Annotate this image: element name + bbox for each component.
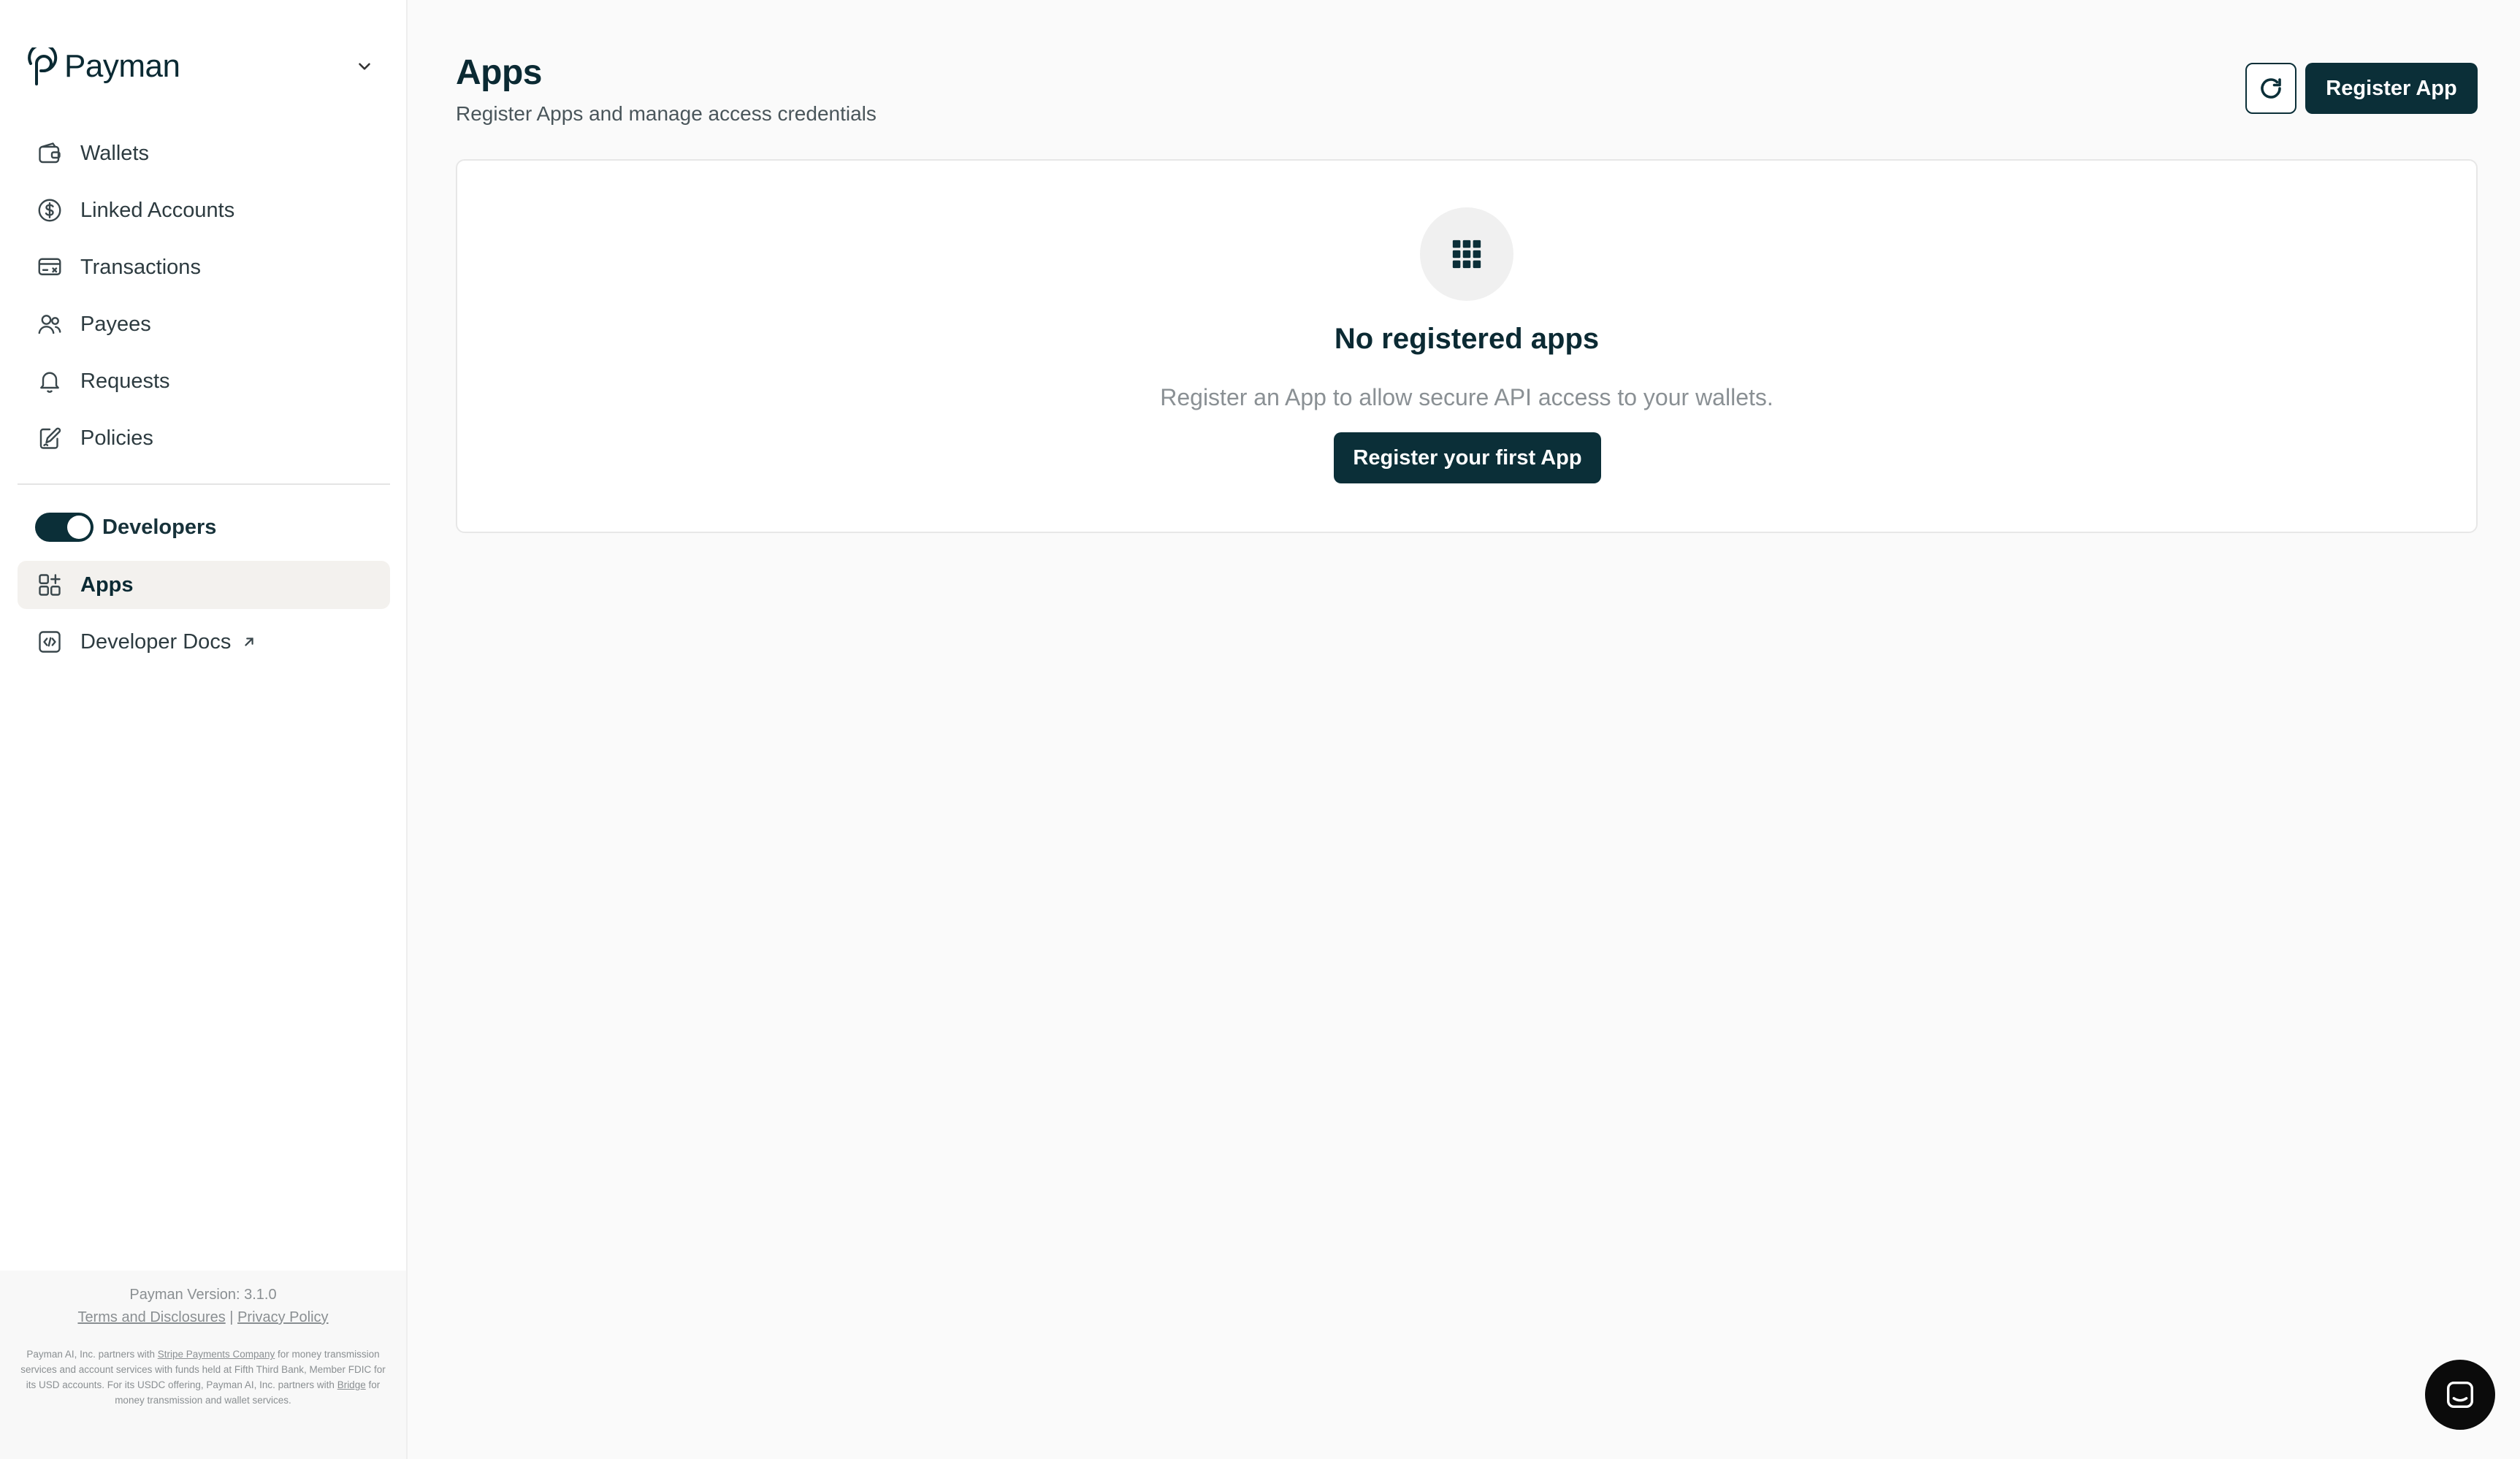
apps-grid-icon xyxy=(35,570,64,600)
sidebar: Payman Wallets Linked Accounts Transacti… xyxy=(0,0,408,1459)
developers-toggle-row: Developers xyxy=(35,511,216,543)
sidebar-item-policies[interactable]: Policies xyxy=(18,414,390,462)
sidebar-item-label: Developer Docs xyxy=(80,629,232,654)
developer-nav: Apps Developer Docs xyxy=(18,561,390,675)
empty-state-card: No registered apps Register an App to al… xyxy=(456,159,2478,533)
sidebar-item-developer-docs[interactable]: Developer Docs xyxy=(18,618,390,666)
brand-header[interactable]: Payman xyxy=(28,44,378,89)
sidebar-item-label: Requests xyxy=(80,369,170,393)
register-app-button[interactable]: Register App xyxy=(2305,63,2478,114)
sidebar-item-label: Apps xyxy=(80,573,134,597)
sidebar-divider xyxy=(18,483,390,485)
sidebar-footer: Payman Version: 3.1.0 Terms and Disclosu… xyxy=(0,1271,406,1459)
privacy-link[interactable]: Privacy Policy xyxy=(237,1309,328,1325)
sidebar-item-apps[interactable]: Apps xyxy=(18,561,390,609)
sidebar-item-linked-accounts[interactable]: Linked Accounts xyxy=(18,186,390,234)
legal-separator: | xyxy=(229,1309,234,1325)
empty-state-description: Register an App to allow secure API acce… xyxy=(1160,384,1773,410)
apps-grid-icon xyxy=(1420,207,1513,301)
sidebar-item-wallets[interactable]: Wallets xyxy=(18,129,390,177)
bridge-link[interactable]: Bridge xyxy=(337,1379,366,1390)
users-icon xyxy=(35,310,64,339)
main-nav: Wallets Linked Accounts Transactions Pay… xyxy=(18,129,390,471)
sidebar-item-transactions[interactable]: Transactions xyxy=(18,243,390,291)
dollar-circle-icon xyxy=(35,196,64,225)
bell-icon xyxy=(35,367,64,396)
stripe-link[interactable]: Stripe Payments Company xyxy=(158,1349,275,1360)
sidebar-item-requests[interactable]: Requests xyxy=(18,357,390,405)
legal-disclaimer: Payman AI, Inc. partners with Stripe Pay… xyxy=(20,1347,386,1408)
sidebar-item-payees[interactable]: Payees xyxy=(18,300,390,348)
sidebar-item-label: Policies xyxy=(80,426,153,450)
refresh-button[interactable] xyxy=(2245,63,2296,114)
page-title: Apps xyxy=(456,53,543,92)
payman-logo-icon xyxy=(28,47,61,85)
disclaimer-text: Payman AI, Inc. partners with xyxy=(26,1349,158,1360)
chevron-down-icon[interactable] xyxy=(351,53,378,80)
card-transactions-icon xyxy=(35,253,64,282)
sidebar-item-label: Transactions xyxy=(80,255,201,279)
developers-toggle[interactable] xyxy=(35,513,93,542)
refresh-icon xyxy=(2258,75,2284,102)
policy-pen-icon xyxy=(35,424,64,453)
external-link-icon xyxy=(241,634,257,650)
chat-launcher-button[interactable] xyxy=(2425,1360,2495,1430)
chat-icon xyxy=(2443,1378,2477,1412)
developers-label: Developers xyxy=(102,515,217,539)
sidebar-item-label: Linked Accounts xyxy=(80,198,235,222)
brand-name: Payman xyxy=(64,48,180,84)
page-subtitle: Register Apps and manage access credenti… xyxy=(456,102,877,125)
empty-state-title: No registered apps xyxy=(1334,323,1600,355)
app-version: Payman Version: 3.1.0 xyxy=(129,1287,277,1303)
code-doc-icon xyxy=(35,627,64,656)
wallet-icon xyxy=(35,139,64,168)
terms-link[interactable]: Terms and Disclosures xyxy=(77,1309,225,1325)
sidebar-item-label: Payees xyxy=(80,312,151,336)
register-first-app-button[interactable]: Register your first App xyxy=(1334,432,1601,483)
sidebar-item-label: Wallets xyxy=(80,141,149,165)
legal-links: Terms and Disclosures | Privacy Policy xyxy=(0,1309,406,1326)
